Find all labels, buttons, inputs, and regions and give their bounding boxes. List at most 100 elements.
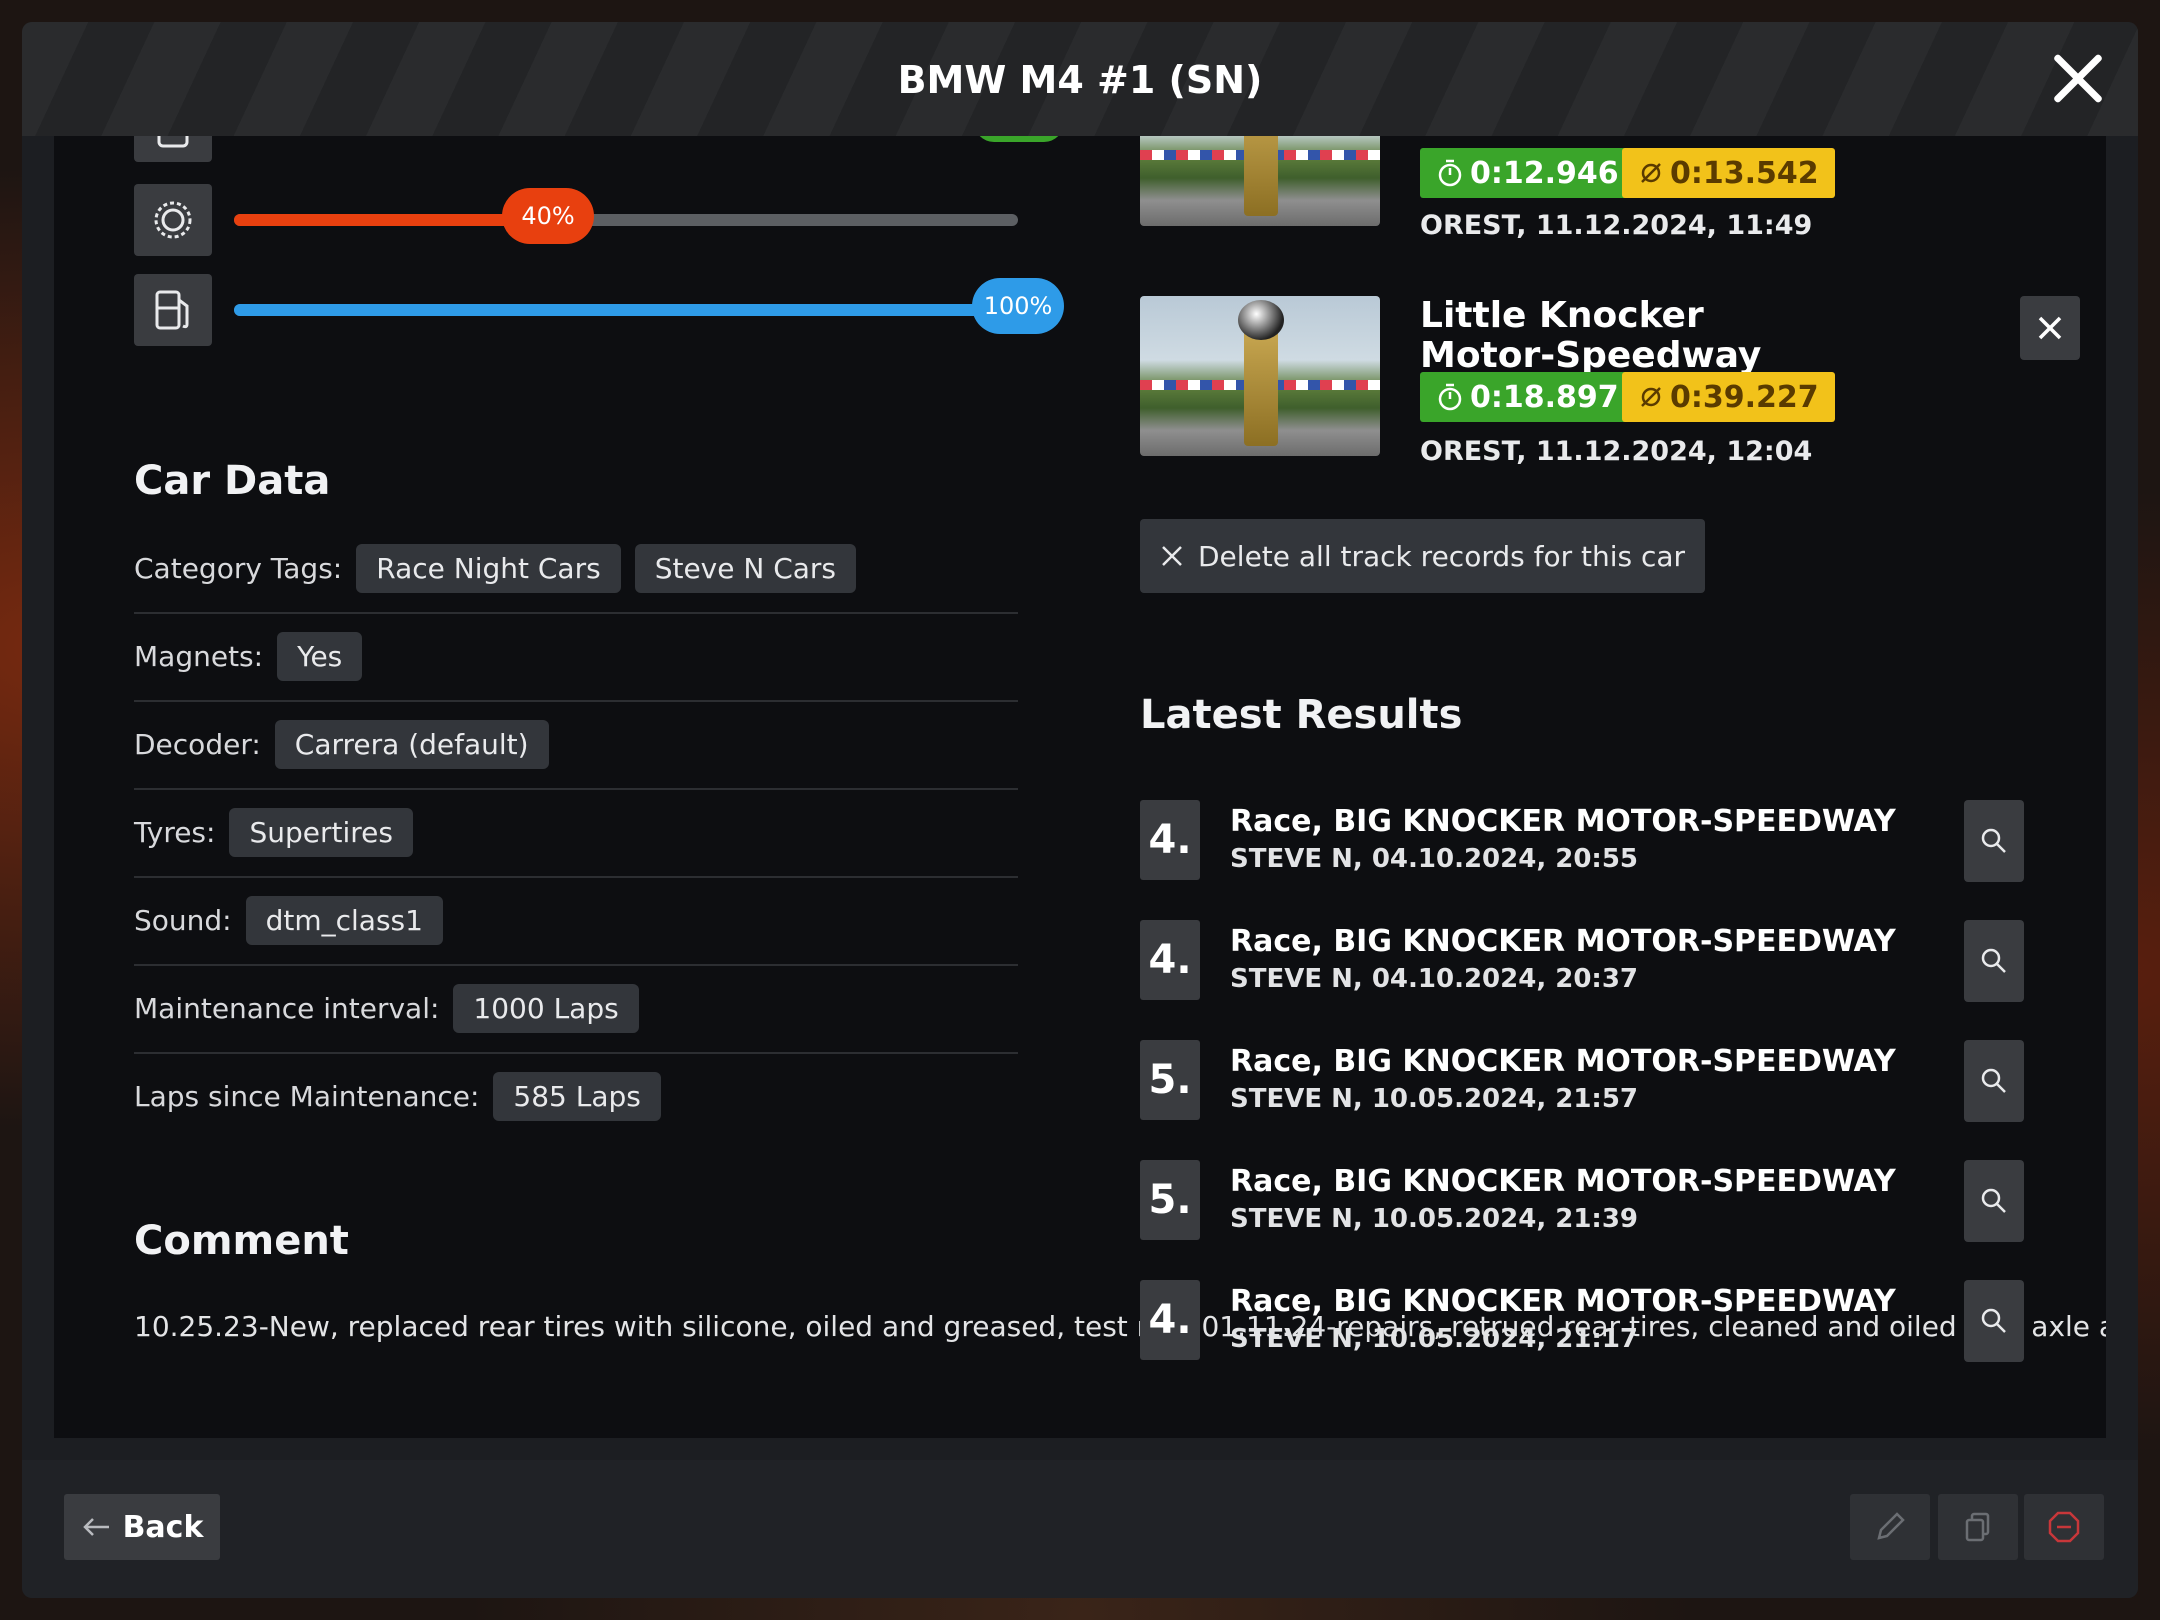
copy-button[interactable] [1938, 1494, 2018, 1560]
result-item: 4. Race, BIG KNOCKER MOTOR-SPEEDWAY STEV… [1140, 920, 2024, 1004]
result-item: 5. Race, BIG KNOCKER MOTOR-SPEEDWAY STEV… [1140, 1160, 2024, 1244]
arrow-left-icon [82, 1518, 109, 1536]
view-result-button[interactable] [1964, 800, 2024, 882]
row-label: Maintenance interval: [134, 991, 440, 1025]
value-chip: Carrera (default) [274, 719, 549, 769]
data-row-magnets: Magnets: Yes [134, 612, 1018, 702]
result-title: Race, BIG KNOCKER MOTOR-SPEEDWAY [1230, 1044, 1896, 1079]
value-chip: Supertires [229, 807, 413, 857]
result-rank: 4. [1140, 800, 1200, 880]
view-result-button[interactable] [1964, 1040, 2024, 1122]
data-row-maintenance-interval: Maintenance interval: 1000 Laps [134, 964, 1018, 1054]
result-title: Race, BIG KNOCKER MOTOR-SPEEDWAY [1230, 1284, 1896, 1319]
fuel-slider[interactable]: 100% [234, 278, 1064, 334]
average-icon [1641, 163, 1661, 183]
row-label: Laps since Maintenance: [134, 1079, 480, 1113]
close-icon[interactable] [2050, 50, 2106, 106]
result-item: 5. Race, BIG KNOCKER MOTOR-SPEEDWAY STEV… [1140, 1040, 2024, 1124]
dialog-header: BMW M4 #1 (SN) [22, 22, 2138, 136]
view-result-button[interactable] [1964, 1280, 2024, 1362]
row-label: Tyres: [134, 815, 216, 849]
delete-all-label: Delete all track records for this car [1198, 539, 1686, 573]
view-result-button[interactable] [1964, 1160, 2024, 1242]
result-rank: 5. [1140, 1160, 1200, 1240]
best-lap-time: 0:18.897 [1470, 379, 1619, 415]
result-rank: 4. [1140, 1280, 1200, 1360]
tyre-icon [134, 184, 212, 256]
close-icon [1162, 546, 1182, 566]
car-detail-dialog: BMW M4 #1 (SN) 40% 100% Car Data Categor… [22, 22, 2138, 1598]
data-row-laps-since-maintenance: Laps since Maintenance: 585 Laps [134, 1052, 1018, 1140]
stopwatch-icon [1438, 159, 1462, 187]
track-thumbnail [1140, 136, 1380, 226]
track-name: Little Knocker Motor-Speedway [1420, 295, 1762, 376]
edit-button[interactable] [1850, 1494, 1930, 1560]
track-record-meta: OREST, 11.12.2024, 11:49 [1420, 210, 1813, 241]
result-rank: 5. [1140, 1040, 1200, 1120]
search-icon [1981, 1308, 2006, 1333]
dialog-title: BMW M4 #1 (SN) [897, 58, 1263, 102]
tyre-slider-knob[interactable]: 40% [502, 188, 594, 244]
latest-results-heading: Latest Results [1140, 692, 1463, 738]
dialog-footer: Back [22, 1460, 2138, 1598]
value-chip: 1000 Laps [453, 983, 639, 1033]
search-icon [1981, 948, 2006, 973]
result-subtitle: STEVE N, 10.05.2024, 21:57 [1230, 1084, 1639, 1114]
engine-icon [134, 136, 212, 162]
tyre-slider[interactable]: 40% [234, 188, 1018, 244]
avg-lap-badge: 0:13.542 [1622, 148, 1835, 198]
row-label: Magnets: [134, 639, 264, 673]
tag-chip: Steve N Cars [634, 543, 857, 593]
track-record-meta: OREST, 11.12.2024, 12:04 [1420, 436, 1813, 467]
result-title: Race, BIG KNOCKER MOTOR-SPEEDWAY [1230, 804, 1896, 839]
data-row-decoder: Decoder: Carrera (default) [134, 700, 1018, 790]
avg-lap-time: 0:13.542 [1670, 155, 1819, 191]
best-lap-time: 0:12.946 [1470, 155, 1619, 191]
value-chip: Yes [277, 631, 363, 681]
tag-chip: Race Night Cars [356, 543, 621, 593]
result-subtitle: STEVE N, 10.05.2024, 21:39 [1230, 1204, 1639, 1234]
stopwatch-icon [1438, 383, 1462, 411]
delete-icon [2048, 1511, 2080, 1543]
row-label: Decoder: [134, 727, 261, 761]
delete-record-button[interactable] [2020, 296, 2080, 360]
result-subtitle: STEVE N, 04.10.2024, 20:55 [1230, 844, 1639, 874]
dialog-content: 40% 100% Car Data Category Tags: Race Ni… [54, 136, 2106, 1438]
search-icon [1981, 1188, 2006, 1213]
data-row-category-tags: Category Tags: Race Night Cars Steve N C… [134, 524, 1018, 614]
best-lap-badge: 0:12.946 [1420, 148, 1635, 198]
row-label: Sound: [134, 903, 232, 937]
delete-all-records-button[interactable]: Delete all track records for this car [1140, 519, 1706, 593]
data-row-tyres: Tyres: Supertires [134, 788, 1018, 878]
value-chip: dtm_class1 [245, 895, 443, 945]
best-lap-badge: 0:18.897 [1420, 372, 1635, 422]
track-record: Little Knocker Motor-Speedway 0:18.897 0… [1140, 295, 2080, 467]
value-chip: 585 Laps [493, 1071, 661, 1121]
tyre-slider-fill [234, 214, 548, 226]
track-record: 0:12.946 0:13.542 OREST, 11.12.2024, 11:… [1140, 136, 2020, 241]
back-button[interactable]: Back [64, 1494, 220, 1560]
fuel-icon [134, 274, 212, 346]
search-icon [1981, 828, 2006, 853]
slider-knob-partial[interactable] [974, 136, 1064, 142]
close-icon [2038, 316, 2062, 340]
result-subtitle: STEVE N, 04.10.2024, 20:37 [1230, 964, 1639, 994]
result-title: Race, BIG KNOCKER MOTOR-SPEEDWAY [1230, 1164, 1896, 1199]
fuel-slider-fill [234, 304, 1018, 316]
back-label: Back [122, 1509, 204, 1545]
view-result-button[interactable] [1964, 920, 2024, 1002]
pencil-icon [1877, 1512, 1905, 1540]
avg-lap-time: 0:39.227 [1670, 379, 1819, 415]
result-item: 4. Race, BIG KNOCKER MOTOR-SPEEDWAY STEV… [1140, 1280, 2024, 1364]
avg-lap-badge: 0:39.227 [1622, 372, 1835, 422]
comment-heading: Comment [134, 1218, 349, 1264]
result-item: 4. Race, BIG KNOCKER MOTOR-SPEEDWAY STEV… [1140, 800, 2024, 884]
search-icon [1981, 1068, 2006, 1093]
result-subtitle: STEVE N, 10.05.2024, 21:17 [1230, 1324, 1639, 1354]
fuel-slider-knob[interactable]: 100% [972, 278, 1064, 334]
car-data-heading: Car Data [134, 458, 331, 504]
result-title: Race, BIG KNOCKER MOTOR-SPEEDWAY [1230, 924, 1896, 959]
delete-car-button[interactable] [2024, 1494, 2104, 1560]
row-label: Category Tags: [134, 551, 343, 585]
data-row-sound: Sound: dtm_class1 [134, 876, 1018, 966]
